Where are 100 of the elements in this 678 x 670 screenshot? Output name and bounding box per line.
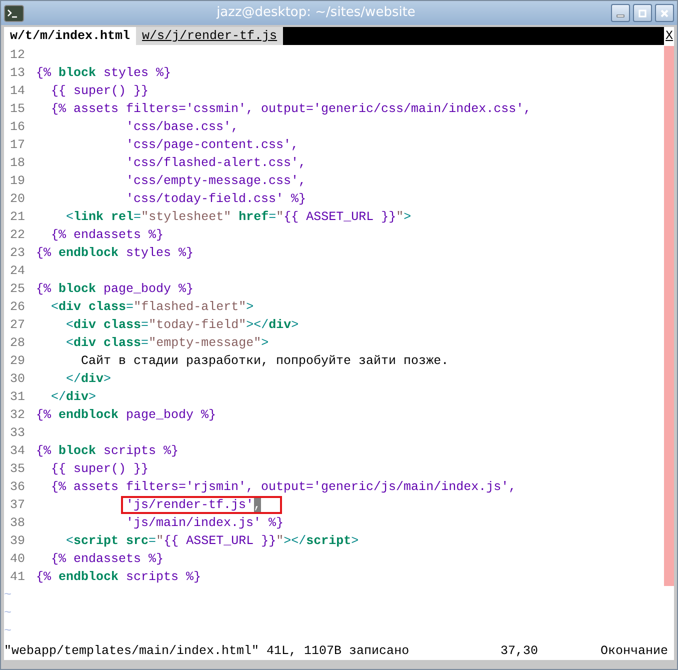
line-number: 25 [9,281,26,298]
code-token: = [148,534,156,548]
code-token: < [65,318,74,332]
code-token: < [65,336,74,350]
line-number: 30 [9,371,26,388]
line-number: 37 [9,497,26,514]
code-token: 'css/empty-message.css', [125,174,306,188]
code-token: > [291,318,299,332]
code-token: " [276,534,284,548]
editor-tab[interactable]: w/s/j/render-tf.js [136,27,284,45]
code-token: ></ [246,318,269,332]
line-number: 16 [9,119,26,136]
status-message: "webapp/templates/main/index.html" 41L, 1107B записано [4,644,410,658]
maximize-button[interactable] [633,4,652,22]
code-token: = [126,300,134,314]
code-token: block [58,66,96,80]
code-token: styles %} [102,66,172,80]
code-token: {% [36,444,52,458]
code-token: styles %} [125,246,194,260]
code-token: " [396,210,404,224]
empty-line-marker: ~ [4,587,13,604]
code-token: div [74,336,96,350]
code-token: div [268,318,292,332]
code-token: "empty-message" [148,336,262,350]
line-number: 41 [9,569,26,586]
code-token: div [66,390,89,404]
code-token: {{ ASSET_URL }} [284,210,396,224]
code-token: {% endassets %} [50,228,164,242]
line-number: 32 [9,407,26,424]
line-number: 35 [9,461,26,478]
code-token: href [238,210,269,224]
empty-line-marker: ~ [4,605,13,622]
line-number: 17 [9,137,26,154]
code-token: {% assets filters='cssmin', output='generic/css/main/index.css', [50,102,532,116]
code-token: = [141,318,149,332]
code-token: = [134,210,142,224]
line-number: 27 [9,317,26,334]
code-token: div [81,372,104,386]
code-token: div [74,318,96,332]
code-token: scripts %} [125,570,202,584]
code-token: " [156,534,164,548]
code-token: , [254,498,262,512]
code-token: endblock [58,408,119,422]
code-token: = [141,336,149,350]
code-token: rel [110,210,134,224]
code-token: > [351,534,359,548]
code-token: page_body %} [102,282,194,296]
window-title: jazz@desktop: ~/sites/website [215,4,416,22]
code-token: "flashed-alert" [134,300,246,314]
line-number: 31 [9,389,26,406]
code-token: 'css/page-content.css', [125,138,299,152]
code-token: 'js/render-tf.js' [125,498,254,512]
line-number: 39 [9,533,26,550]
line-number: 20 [9,191,26,208]
code-token: scripts %} [102,444,179,458]
code-token: Сайт в стадии разработки, попробуйте зайти позже. [80,354,449,368]
code-token: 'js/main/index.js' %} [125,516,284,530]
code-token: > [88,390,96,404]
line-number: 40 [9,551,26,568]
code-token: > [104,372,112,386]
code-token: endblock [58,570,119,584]
code-token: {% [36,408,52,422]
empty-line-marker: ~ [4,623,13,640]
code-token: class [102,336,142,350]
terminal-icon [4,4,24,22]
code-token: {% [36,570,52,584]
code-token: " [276,210,284,224]
code-token: div [58,300,82,314]
code-token: script [306,534,352,548]
code-token: class [102,318,142,332]
line-number: 22 [9,227,26,244]
code-token: > [261,336,269,350]
code-token: {{ super() }} [50,84,149,98]
code-token: endblock [58,246,119,260]
code-token: "today-field" [148,318,246,332]
code-token: < [65,534,74,548]
line-number: 18 [9,155,26,172]
code-token: {% assets filters='rjsmin', output='generic/js/main/index.js', [50,480,516,494]
line-number: 23 [9,245,26,262]
line-number: 38 [9,515,26,532]
line-number: 36 [9,479,26,496]
code-token: > [246,300,254,314]
close-icon [660,8,669,18]
code-token: script [74,534,119,548]
line-number: 34 [9,443,26,460]
code-token: page_body %} [125,408,216,422]
code-token: = [268,210,276,224]
code-token: {{ super() }} [50,462,149,476]
code-token: < [65,210,74,224]
code-token: 'css/base.css', [125,120,239,134]
line-number: 21 [9,209,26,226]
code-token: class [88,300,126,314]
close-button[interactable] [655,4,674,22]
code-token: link [74,210,104,224]
line-number: 33 [9,425,26,442]
minimize-button[interactable] [611,4,630,22]
code-token: ></ [284,534,306,548]
code-token: block [58,444,96,458]
code-token: 'css/today-field.css' %} [125,192,306,206]
line-number: 12 [9,47,26,64]
